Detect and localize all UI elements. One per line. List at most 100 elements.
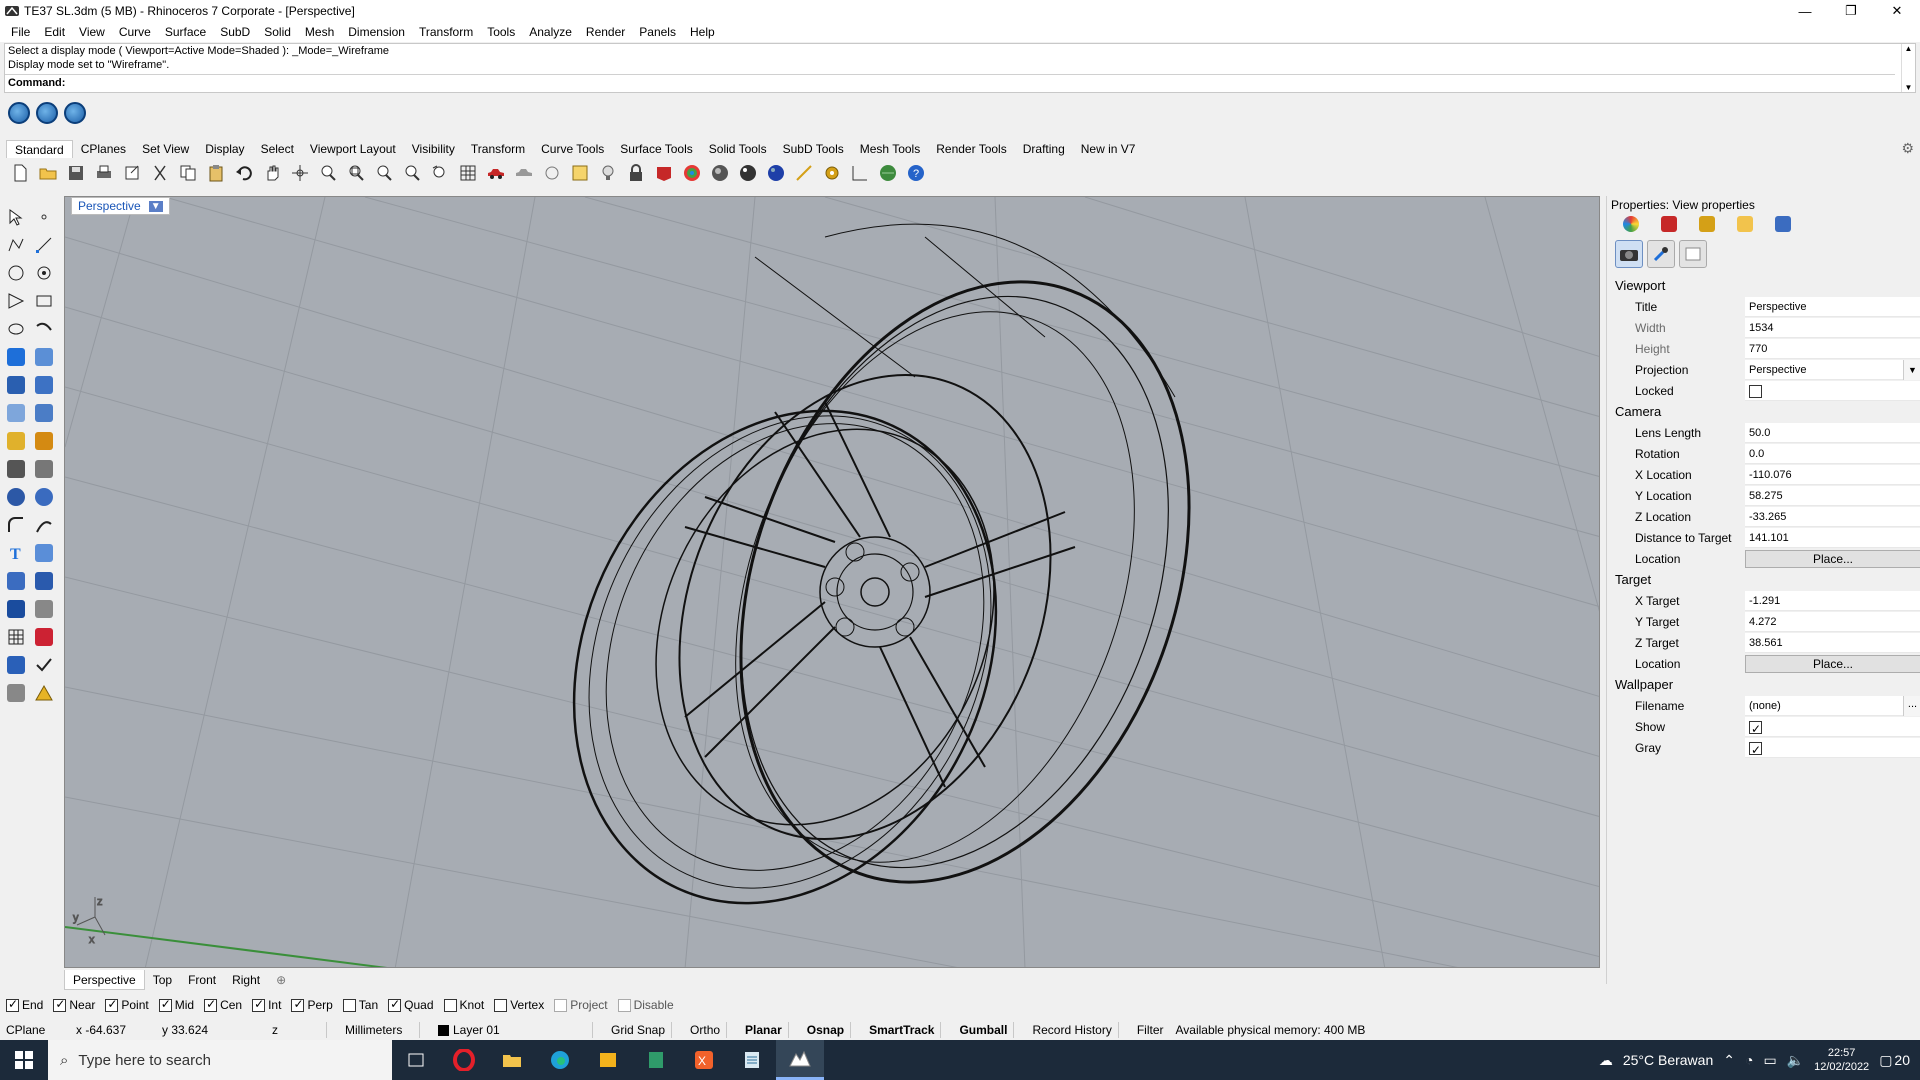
circle-icon[interactable] <box>4 261 28 285</box>
tab-drafting[interactable]: Drafting <box>1015 140 1073 158</box>
solid-box-icon[interactable] <box>4 597 28 621</box>
x-target-field[interactable]: -1.291 <box>1745 591 1920 611</box>
viewport-canvas[interactable]: z y x <box>65 197 1600 968</box>
display-tab-icon[interactable] <box>1775 216 1791 232</box>
blend-icon[interactable] <box>32 513 56 537</box>
battery-icon[interactable]: ▭ <box>1763 1052 1776 1069</box>
ellipse-icon[interactable] <box>4 317 28 341</box>
curve-icon[interactable] <box>4 289 28 313</box>
viewport-title[interactable]: Perspective ▼ <box>71 197 170 215</box>
volume-icon[interactable]: 🔈 <box>1787 1052 1804 1069</box>
select-arrow-icon[interactable] <box>4 205 28 229</box>
menu-solid[interactable]: Solid <box>257 25 298 39</box>
scroll-down-icon[interactable]: ▼ <box>1905 83 1913 92</box>
layer-icon[interactable] <box>652 161 676 185</box>
document-app-icon[interactable] <box>728 1040 776 1080</box>
status-planar[interactable]: Planar <box>739 1023 788 1037</box>
command-scrollbar[interactable]: ▲ ▼ <box>1901 44 1915 92</box>
fillet-icon[interactable] <box>4 513 28 537</box>
tab-subd-tools[interactable]: SubD Tools <box>775 140 852 158</box>
status-cplane[interactable]: CPlane <box>0 1023 70 1037</box>
tab-standard[interactable]: Standard <box>6 140 73 158</box>
rhino-taskbar-icon[interactable] <box>776 1040 824 1080</box>
select-icon[interactable] <box>540 161 564 185</box>
menu-subd[interactable]: SubD <box>213 25 257 39</box>
status-filter[interactable]: Filter <box>1131 1023 1170 1037</box>
perspective-viewport[interactable]: z y x Perspective ▼ <box>64 196 1600 968</box>
show-checkbox[interactable] <box>1749 719 1762 739</box>
zoom-selected-icon[interactable] <box>400 161 424 185</box>
osnap-mid-checkbox[interactable] <box>158 997 172 1012</box>
copy-icon[interactable] <box>176 161 200 185</box>
osnap-end[interactable]: End <box>6 997 43 1012</box>
undo-view-icon[interactable] <box>428 161 452 185</box>
chevron-up-icon[interactable]: ⌃ <box>1723 1052 1735 1069</box>
edit-points-icon[interactable] <box>4 653 28 677</box>
menu-transform[interactable]: Transform <box>412 25 480 39</box>
ruler-icon[interactable] <box>32 597 56 621</box>
osnap-end-checkbox[interactable] <box>6 997 19 1012</box>
zoom-window-icon[interactable] <box>344 161 368 185</box>
menu-file[interactable]: File <box>4 25 37 39</box>
copy-tool-icon[interactable] <box>32 457 56 481</box>
tab-cplanes[interactable]: CPlanes <box>73 140 134 158</box>
status-layer[interactable]: Layer 01 <box>432 1023 592 1037</box>
analyze-icon[interactable] <box>32 569 56 593</box>
check-icon[interactable] <box>32 653 56 677</box>
x-location-field[interactable]: -110.076 <box>1745 465 1920 485</box>
tab-new-in-v7[interactable]: New in V7 <box>1073 140 1144 158</box>
maximize-button[interactable]: ❐ <box>1828 0 1874 22</box>
open-folder-icon[interactable] <box>36 161 60 185</box>
paste-icon[interactable] <box>204 161 228 185</box>
freeform-curve-icon[interactable] <box>32 317 56 341</box>
xmind-icon[interactable]: X <box>680 1040 728 1080</box>
tool-app-icon[interactable] <box>584 1040 632 1080</box>
y-target-field[interactable]: 4.272 <box>1745 612 1920 632</box>
osnap-mid[interactable]: Mid <box>158 997 194 1012</box>
menu-mesh[interactable]: Mesh <box>298 25 341 39</box>
light-icon[interactable] <box>596 161 620 185</box>
osnap-knot-checkbox[interactable] <box>443 998 457 1012</box>
osnap-project[interactable]: Project <box>554 998 608 1012</box>
chevron-down-icon[interactable]: ▼ <box>1903 360 1920 380</box>
lens-field[interactable]: 50.0 <box>1745 423 1920 443</box>
status-gumball[interactable]: Gumball <box>953 1023 1013 1037</box>
points-icon[interactable] <box>568 161 592 185</box>
osnap-near[interactable]: Near <box>53 997 95 1012</box>
color-wheel-icon[interactable] <box>680 161 704 185</box>
osnap-point-checkbox[interactable] <box>105 997 119 1012</box>
osnap-vertex[interactable]: Vertex <box>494 998 544 1012</box>
folder-icon[interactable] <box>1737 216 1753 232</box>
z-location-field[interactable]: -33.265 <box>1745 507 1920 527</box>
cylinder-icon[interactable] <box>4 401 28 425</box>
weather-cloud-icon[interactable]: ☁ <box>1599 1052 1613 1069</box>
opera-icon[interactable] <box>440 1040 488 1080</box>
viewport-title-label[interactable]: Perspective <box>78 199 141 213</box>
scroll-up-icon[interactable]: ▲ <box>1905 44 1913 53</box>
clock[interactable]: 22:57 12/02/2022 <box>1814 1046 1869 1074</box>
save-icon[interactable] <box>64 161 88 185</box>
zoom-icon[interactable] <box>316 161 340 185</box>
trim-icon[interactable] <box>32 541 56 565</box>
render-icon[interactable] <box>764 161 788 185</box>
status-units[interactable]: Millimeters <box>339 1023 419 1037</box>
camera-icon[interactable] <box>1615 240 1643 268</box>
osnap-int-checkbox[interactable] <box>252 997 266 1012</box>
mesh-icon[interactable] <box>32 401 56 425</box>
help-icon[interactable]: ? <box>904 161 928 185</box>
osnap-tan-checkbox[interactable] <box>342 998 356 1012</box>
tab-surface-tools[interactable]: Surface Tools <box>612 140 701 158</box>
tab-viewport-layout[interactable]: Viewport Layout <box>302 140 404 158</box>
point-icon[interactable] <box>32 205 56 229</box>
globe-icon[interactable] <box>876 161 900 185</box>
options-gear-icon[interactable] <box>820 161 844 185</box>
zoom-extents-icon[interactable] <box>372 161 396 185</box>
snap-icon[interactable] <box>848 161 872 185</box>
menu-surface[interactable]: Surface <box>158 25 213 39</box>
arc-icon[interactable] <box>32 261 56 285</box>
osnap-near-checkbox[interactable] <box>53 997 67 1012</box>
plugin-gear-icon[interactable] <box>36 102 58 124</box>
menu-view[interactable]: View <box>72 25 112 39</box>
properties-color-icon[interactable] <box>1623 216 1639 232</box>
mirror-icon[interactable] <box>32 625 56 649</box>
